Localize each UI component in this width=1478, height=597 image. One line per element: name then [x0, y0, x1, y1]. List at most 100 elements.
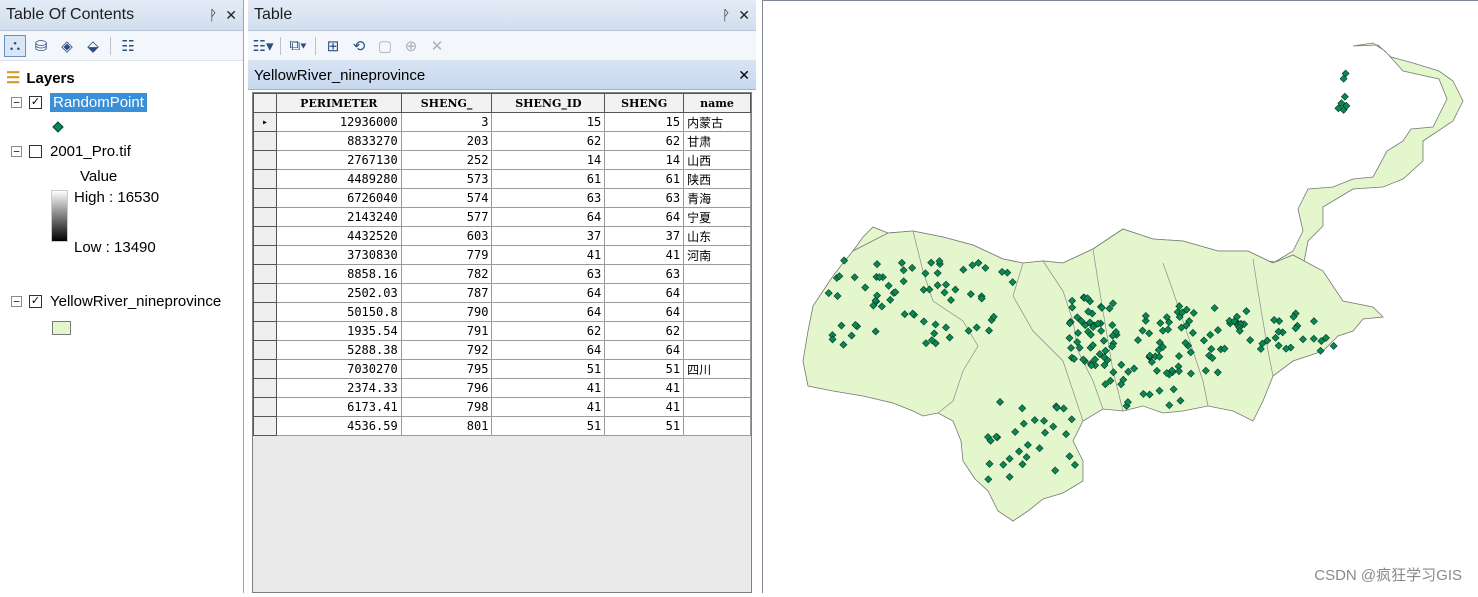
- switch-selection-icon[interactable]: ⟲: [348, 35, 370, 57]
- table-cell[interactable]: 792: [400, 340, 493, 360]
- table-cell[interactable]: 51: [604, 359, 685, 379]
- row-selector[interactable]: [253, 340, 277, 360]
- table-cell[interactable]: 37: [491, 226, 606, 246]
- table-cell[interactable]: 3730830: [275, 245, 402, 265]
- layer-name[interactable]: RandomPoint: [50, 93, 147, 112]
- table-cell[interactable]: 2374.33: [275, 378, 402, 398]
- table-cell[interactable]: 779: [400, 245, 493, 265]
- table-cell[interactable]: 801: [400, 416, 493, 436]
- table-row[interactable]: 5288.38 792 64 64: [253, 340, 751, 360]
- table-cell[interactable]: 573: [400, 169, 493, 189]
- pin-icon[interactable]: ᚹ: [722, 7, 730, 23]
- row-selector[interactable]: [253, 302, 277, 322]
- table-cell[interactable]: 791: [400, 321, 493, 341]
- table-cell[interactable]: [683, 340, 751, 360]
- table-row[interactable]: 4489280 573 61 61 陕西: [253, 169, 751, 189]
- collapse-icon[interactable]: −: [11, 296, 22, 307]
- layers-root[interactable]: ☰ Layers: [6, 68, 75, 88]
- table-cell[interactable]: [683, 321, 751, 341]
- table-cell[interactable]: 51: [491, 416, 606, 436]
- collapse-icon[interactable]: −: [11, 97, 22, 108]
- table-cell[interactable]: [683, 397, 751, 417]
- table-row[interactable]: 2374.33 796 41 41: [253, 378, 751, 398]
- table-cell[interactable]: 61: [491, 169, 606, 189]
- table-cell[interactable]: 203: [400, 131, 493, 151]
- table-cell[interactable]: [683, 264, 751, 284]
- table-cell[interactable]: 63: [491, 264, 606, 284]
- table-cell[interactable]: 64: [604, 283, 685, 303]
- row-selector[interactable]: [253, 416, 277, 436]
- table-cell[interactable]: 14: [491, 150, 606, 170]
- table-cell[interactable]: 2767130: [275, 150, 402, 170]
- table-cell[interactable]: 577: [400, 207, 493, 227]
- table-cell[interactable]: 四川: [683, 359, 751, 379]
- table-cell[interactable]: 41: [491, 245, 606, 265]
- table-cell[interactable]: 1935.54: [275, 321, 402, 341]
- table-cell[interactable]: 64: [604, 340, 685, 360]
- table-cell[interactable]: 5288.38: [275, 340, 402, 360]
- table-row[interactable]: 4536.59 801 51 51: [253, 416, 751, 436]
- row-selector[interactable]: [253, 397, 277, 417]
- select-by-attributes-icon[interactable]: ⊞: [322, 35, 344, 57]
- table-cell[interactable]: 41: [604, 378, 685, 398]
- table-cell[interactable]: 63: [604, 264, 685, 284]
- table-cell[interactable]: 41: [491, 378, 606, 398]
- table-cell[interactable]: 河南: [683, 245, 751, 265]
- row-selector[interactable]: [253, 321, 277, 341]
- table-cell[interactable]: 青海: [683, 188, 751, 208]
- delete-selected-icon[interactable]: ✕: [426, 35, 448, 57]
- close-icon[interactable]: ✕: [225, 7, 237, 24]
- layer-randompoint[interactable]: − ✓ RandomPoint: [11, 93, 147, 112]
- table-cell[interactable]: 61: [604, 169, 685, 189]
- table-cell[interactable]: 64: [604, 207, 685, 227]
- table-cell[interactable]: 2502.03: [275, 283, 402, 303]
- table-cell[interactable]: 787: [400, 283, 493, 303]
- column-header[interactable]: name: [683, 93, 751, 113]
- row-selector[interactable]: [253, 150, 277, 170]
- table-cell[interactable]: 790: [400, 302, 493, 322]
- table-row[interactable]: 4432520 603 37 37 山东: [253, 226, 751, 246]
- row-selector[interactable]: [253, 188, 277, 208]
- table-cell[interactable]: 51: [491, 359, 606, 379]
- column-header[interactable]: SHENG: [604, 93, 685, 113]
- table-cell[interactable]: 山东: [683, 226, 751, 246]
- table-cell[interactable]: 6726040: [275, 188, 402, 208]
- layer-yellowriver[interactable]: − ✓ YellowRiver_nineprovince: [11, 293, 221, 310]
- table-cell[interactable]: 795: [400, 359, 493, 379]
- row-selector[interactable]: [253, 226, 277, 246]
- row-selector[interactable]: [253, 169, 277, 189]
- table-cell[interactable]: 3: [400, 112, 493, 132]
- table-cell[interactable]: 宁夏: [683, 207, 751, 227]
- row-selector[interactable]: [253, 378, 277, 398]
- options-icon[interactable]: ☷: [117, 35, 139, 57]
- table-cell[interactable]: 64: [491, 207, 606, 227]
- table-cell[interactable]: 64: [491, 283, 606, 303]
- column-header[interactable]: SHENG_: [400, 93, 493, 113]
- table-row[interactable]: 7030270 795 51 51 四川: [253, 359, 751, 379]
- table-cell[interactable]: 62: [491, 131, 606, 151]
- table-cell[interactable]: 252: [400, 150, 493, 170]
- row-selector[interactable]: [253, 131, 277, 151]
- row-selector[interactable]: [253, 283, 277, 303]
- table-row[interactable]: ▸ 12936000 3 15 15 内蒙古: [253, 112, 751, 132]
- table-cell[interactable]: 甘肃: [683, 131, 751, 151]
- table-cell[interactable]: 64: [491, 340, 606, 360]
- table-cell[interactable]: 63: [491, 188, 606, 208]
- table-row[interactable]: 2502.03 787 64 64: [253, 283, 751, 303]
- layer-visibility-checkbox[interactable]: [29, 145, 42, 158]
- table-row[interactable]: 3730830 779 41 41 河南: [253, 245, 751, 265]
- map-canvas[interactable]: [763, 1, 1478, 594]
- table-cell[interactable]: 50150.8: [275, 302, 402, 322]
- province-polygon[interactable]: [802, 228, 1384, 522]
- table-cell[interactable]: 2143240: [275, 207, 402, 227]
- table-row[interactable]: 2143240 577 64 64 宁夏: [253, 207, 751, 227]
- table-cell[interactable]: [683, 416, 751, 436]
- table-cell[interactable]: 41: [604, 397, 685, 417]
- table-cell[interactable]: 63: [604, 188, 685, 208]
- list-by-drawing-order-icon[interactable]: ⛬: [4, 34, 26, 57]
- table-cell[interactable]: 山西: [683, 150, 751, 170]
- list-by-visibility-icon[interactable]: ◈: [56, 35, 78, 57]
- table-cell[interactable]: 14: [604, 150, 685, 170]
- table-cell[interactable]: 6173.41: [275, 397, 402, 417]
- table-cell[interactable]: [683, 302, 751, 322]
